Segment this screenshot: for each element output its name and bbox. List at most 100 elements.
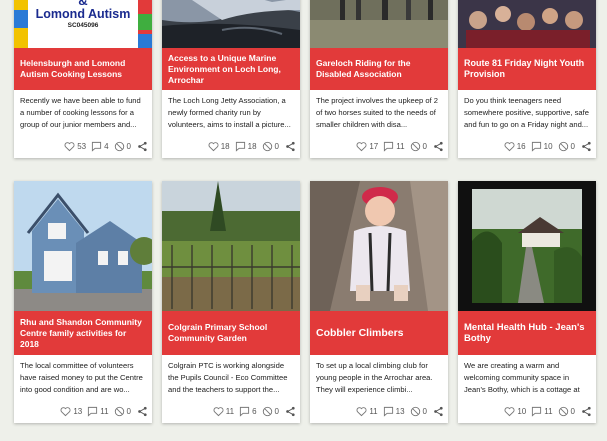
comment-button[interactable]: 13 <box>383 406 405 417</box>
card-title[interactable]: Rhu and Shandon Community Centre family … <box>14 311 152 355</box>
comment-icon <box>91 141 102 152</box>
card-title[interactable]: Colgrain Primary School Community Garden <box>162 311 300 355</box>
comment-icon <box>531 141 542 152</box>
ban-icon <box>262 141 273 152</box>
comment-button[interactable]: 6 <box>239 406 257 417</box>
card-description: To set up a local climbing club for youn… <box>316 361 433 394</box>
card-description: Recently we have been able to fund a num… <box>20 96 141 129</box>
card-description: The local committee of volunteers have r… <box>20 361 143 394</box>
flag-count: 0 <box>274 142 279 151</box>
comment-button[interactable]: 11 <box>87 406 109 417</box>
share-icon[interactable] <box>433 406 444 417</box>
flag-button[interactable]: 0 <box>114 406 131 417</box>
card-image-youth[interactable] <box>458 0 596 48</box>
like-count: 17 <box>369 142 379 151</box>
like-button[interactable]: 13 <box>60 406 82 417</box>
like-count: 11 <box>225 407 235 416</box>
like-button[interactable]: 18 <box>208 141 230 152</box>
logo-ampersand: & <box>78 0 88 8</box>
flag-button[interactable]: 0 <box>558 406 575 417</box>
like-button[interactable]: 11 <box>356 406 378 417</box>
share-icon[interactable] <box>137 406 148 417</box>
like-count: 13 <box>73 407 83 416</box>
card-title[interactable]: Access to a Unique Marine Environment on… <box>162 48 300 90</box>
flag-count: 0 <box>126 407 131 416</box>
card-title[interactable]: Gareloch Riding for the Disabled Associa… <box>310 48 448 90</box>
comment-icon <box>239 406 250 417</box>
heart-icon <box>60 406 71 417</box>
card-title[interactable]: Route 81 Friday Night Youth Provision <box>458 48 596 90</box>
flag-button[interactable]: 0 <box>558 141 575 152</box>
heart-icon <box>213 406 224 417</box>
flag-button[interactable]: 0 <box>114 141 131 152</box>
card-image-loch[interactable] <box>162 0 300 48</box>
flag-count: 0 <box>570 142 575 151</box>
comment-count: 4 <box>104 142 109 151</box>
comment-button[interactable]: 11 <box>383 141 405 152</box>
flag-button[interactable]: 0 <box>410 141 427 152</box>
project-card[interactable]: & Lomond Autism SC045096 Helensburgh and… <box>14 0 152 158</box>
ban-icon <box>114 141 125 152</box>
flag-count: 0 <box>422 407 427 416</box>
project-card[interactable]: Rhu and Shandon Community Centre family … <box>14 181 152 423</box>
project-card[interactable]: Cobbler Climbers To set up a local climb… <box>310 181 448 423</box>
ban-icon <box>410 141 421 152</box>
share-icon[interactable] <box>285 141 296 152</box>
flag-count: 0 <box>570 407 575 416</box>
like-button[interactable]: 53 <box>64 141 86 152</box>
ban-icon <box>262 406 273 417</box>
card-stats: 11 6 0 <box>210 406 296 417</box>
share-icon[interactable] <box>433 141 444 152</box>
card-description: Do you think teenagers need somewhere po… <box>464 96 589 129</box>
card-title[interactable]: Helensburgh and Lomond Autism Cooking Le… <box>14 48 152 90</box>
ban-icon <box>114 406 125 417</box>
comment-icon <box>383 406 394 417</box>
flag-button[interactable]: 0 <box>410 406 427 417</box>
project-card[interactable]: Colgrain Primary School Community Garden… <box>162 181 300 423</box>
share-icon[interactable] <box>581 141 592 152</box>
loch-photo <box>162 0 300 48</box>
card-description: Colgrain PTC is working alongside the Pu… <box>168 361 288 394</box>
card-stats: 18 18 0 <box>205 141 296 152</box>
card-stats: 53 4 0 <box>61 141 148 152</box>
ban-icon <box>410 406 421 417</box>
like-button[interactable]: 16 <box>504 141 526 152</box>
project-card[interactable]: Access to a Unique Marine Environment on… <box>162 0 300 158</box>
comment-button[interactable]: 18 <box>235 141 257 152</box>
card-title[interactable]: Mental Health Hub - Jean's Bothy <box>458 311 596 355</box>
flag-button[interactable]: 0 <box>262 406 279 417</box>
project-card[interactable]: Gareloch Riding for the Disabled Associa… <box>310 0 448 158</box>
share-icon[interactable] <box>285 406 296 417</box>
card-image-community-centre[interactable] <box>14 181 152 311</box>
like-count: 11 <box>369 407 378 416</box>
comment-button[interactable]: 10 <box>531 141 553 152</box>
card-image-autism-logo[interactable]: & Lomond Autism SC045096 <box>14 0 152 48</box>
ban-icon <box>558 406 569 417</box>
card-stats: 11 13 0 <box>353 406 444 417</box>
like-button[interactable]: 11 <box>213 406 234 417</box>
card-image-garden[interactable] <box>162 181 300 311</box>
comment-icon <box>235 141 246 152</box>
card-image-climbing[interactable] <box>310 181 448 311</box>
comment-button[interactable]: 11 <box>531 406 553 417</box>
like-count: 53 <box>77 142 87 151</box>
share-icon[interactable] <box>137 141 148 152</box>
logo-charity-number: SC045096 <box>67 22 99 29</box>
like-button[interactable]: 17 <box>356 141 378 152</box>
riding-photo <box>310 0 448 48</box>
flag-count: 0 <box>274 407 279 416</box>
card-title[interactable]: Cobbler Climbers <box>310 311 448 355</box>
share-icon[interactable] <box>581 406 592 417</box>
like-count: 18 <box>220 142 230 151</box>
flag-button[interactable]: 0 <box>262 141 279 152</box>
card-image-bothy[interactable] <box>458 181 596 311</box>
project-card[interactable]: Mental Health Hub - Jean's Bothy We are … <box>458 181 596 423</box>
flag-count: 0 <box>126 142 131 151</box>
heart-icon <box>356 406 367 417</box>
card-description: We are creating a warm and welcoming com… <box>464 361 580 394</box>
project-card[interactable]: Route 81 Friday Night Youth Provision Do… <box>458 0 596 158</box>
comment-count: 11 <box>396 142 405 151</box>
card-image-riding[interactable] <box>310 0 448 48</box>
comment-button[interactable]: 4 <box>91 141 109 152</box>
like-button[interactable]: 10 <box>504 406 526 417</box>
